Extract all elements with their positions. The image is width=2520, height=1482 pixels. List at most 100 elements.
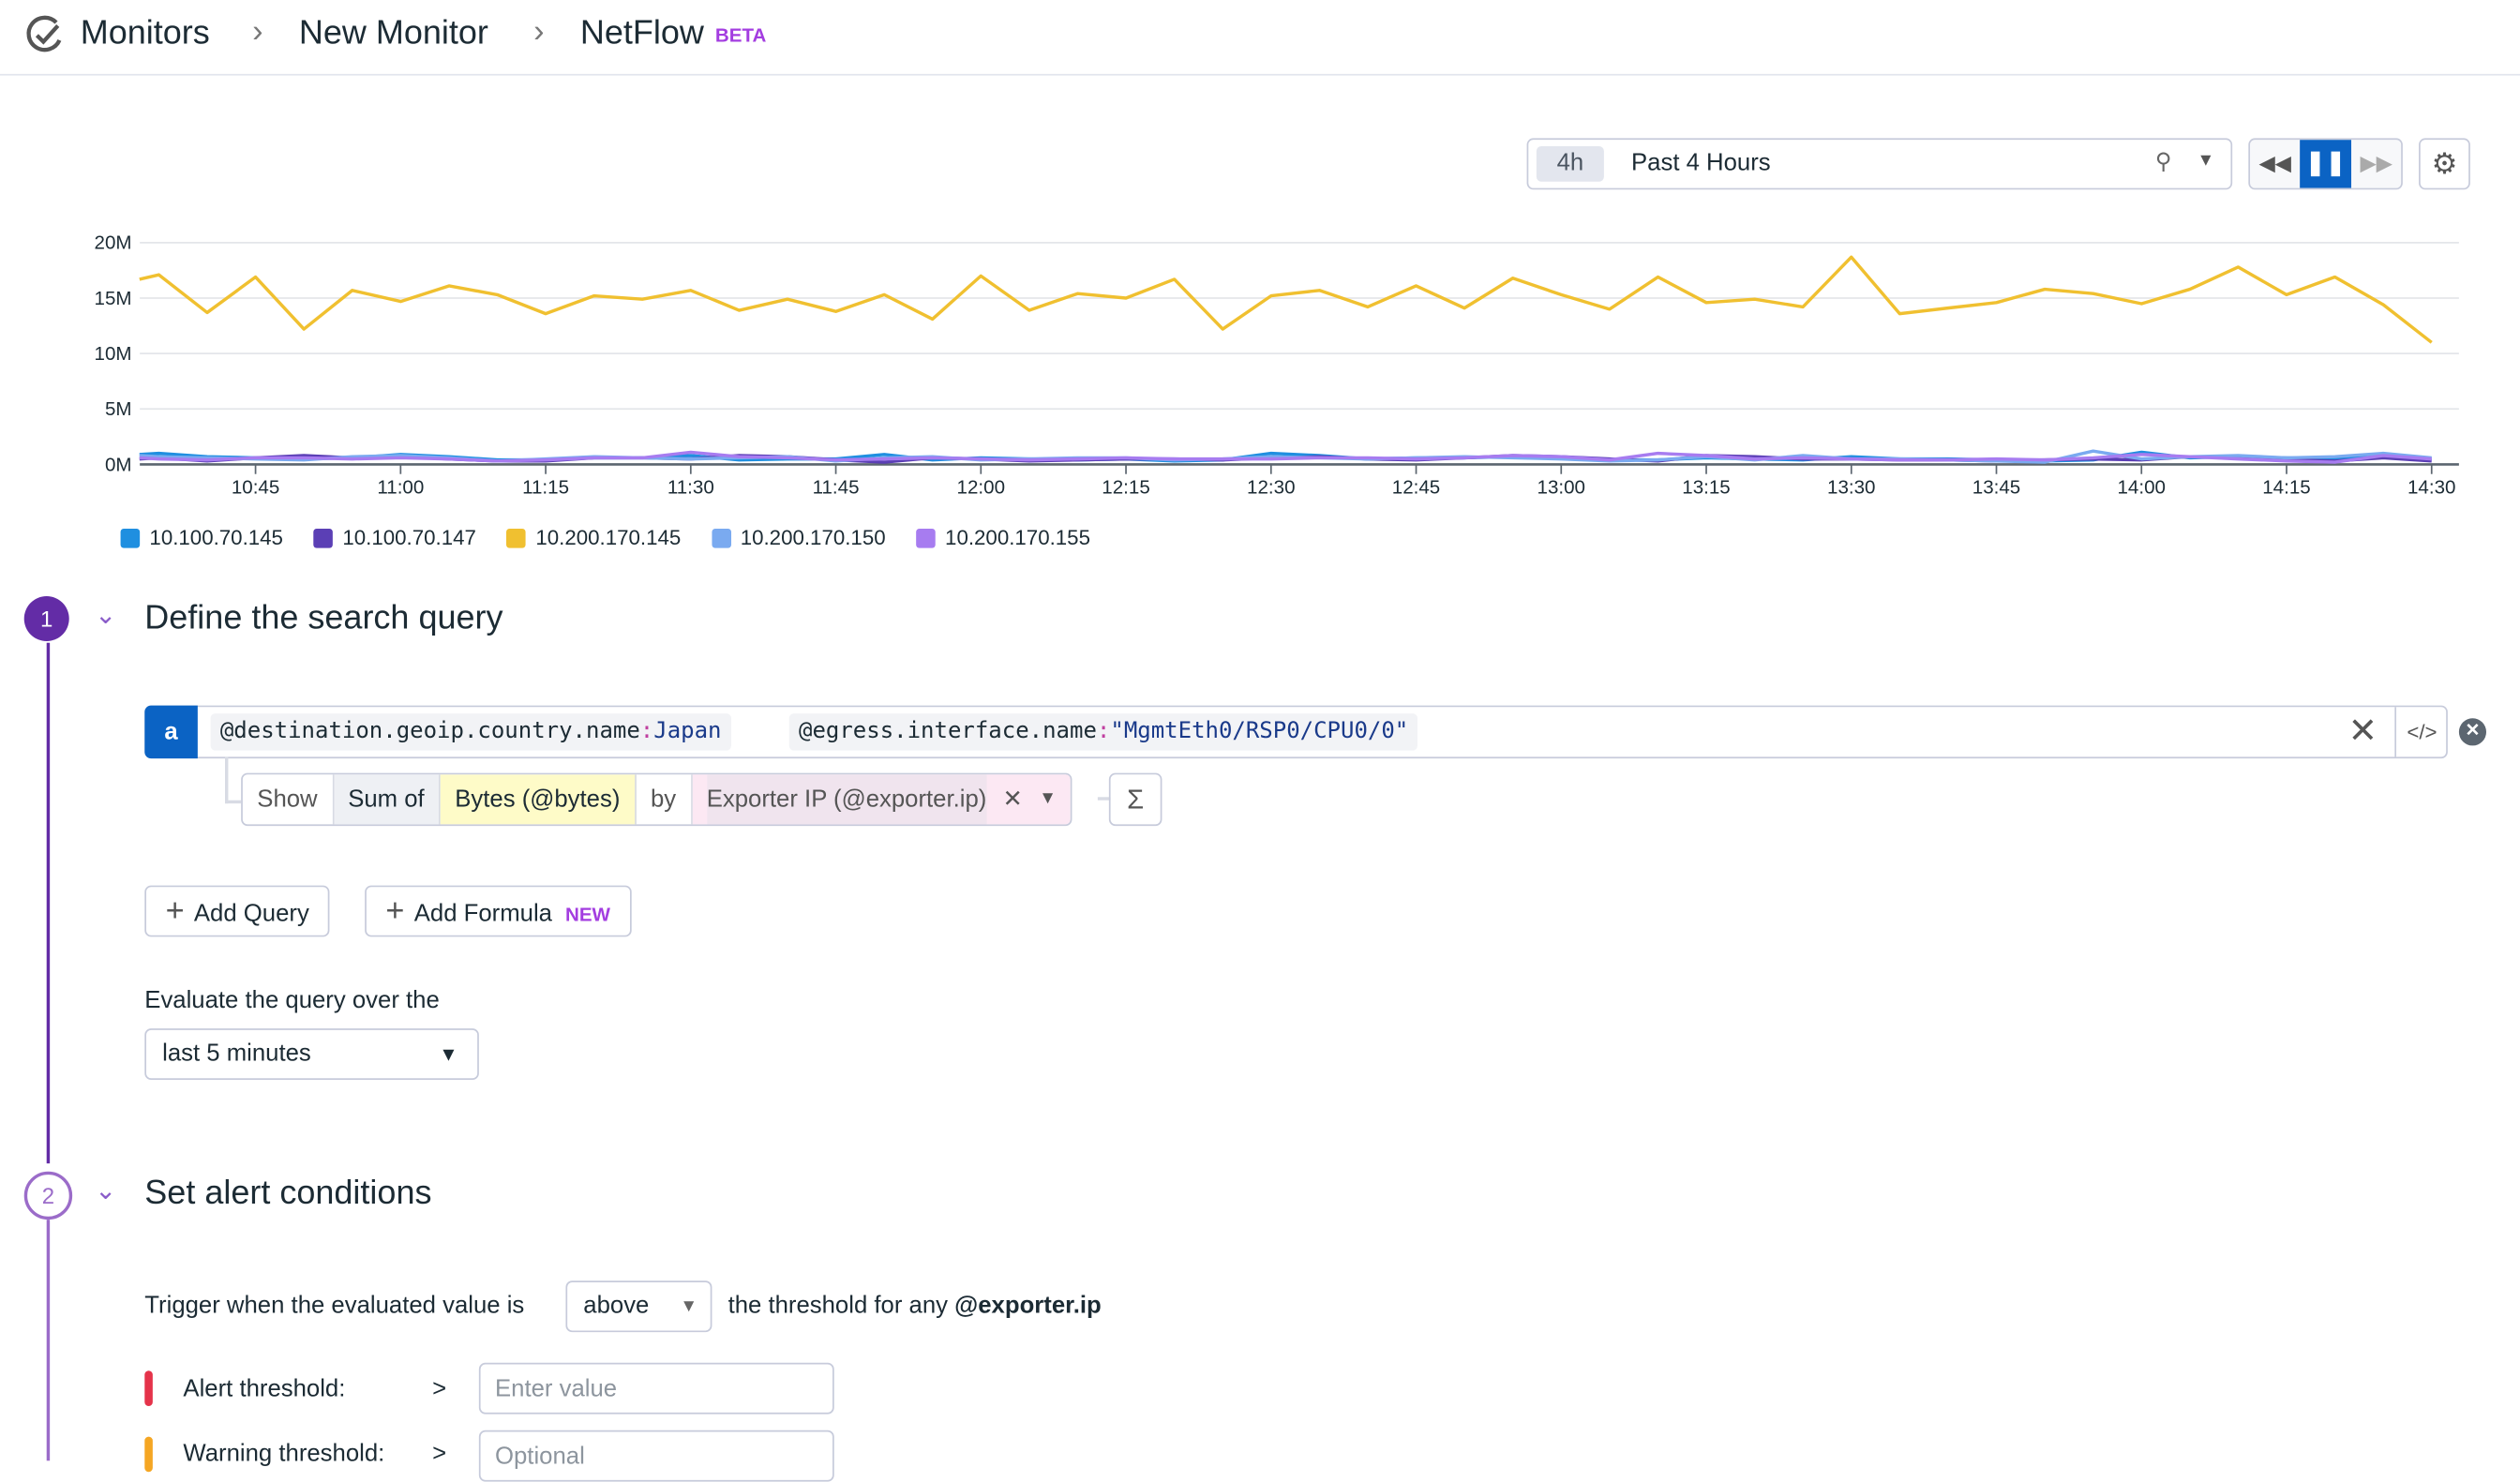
by-label: by (637, 774, 693, 825)
filter-key: @destination.geoip.country.name (219, 718, 640, 744)
series-line-10.200.170.145 (139, 255, 2433, 344)
group-by-value: Exporter IP (@exporter.ip) (706, 774, 987, 825)
warning-threshold-input[interactable] (478, 1430, 834, 1482)
x-tick-label: 14:00 (2118, 476, 2166, 498)
filter-chip-country[interactable]: @destination.geoip.country.name:Japan (210, 713, 731, 751)
legend-swatch (711, 528, 731, 547)
section-title-alert: Set alert conditions (144, 1175, 432, 1212)
evaluation-window-value: last 5 minutes (162, 1040, 311, 1068)
trigger-field: @exporter.ip (954, 1292, 1102, 1320)
caret-down-icon[interactable]: ▼ (2197, 151, 2214, 171)
alert-threshold-input[interactable] (478, 1362, 834, 1415)
chevron-down-icon[interactable]: ⌄ (95, 1175, 116, 1206)
x-tick-label: 12:30 (1247, 476, 1295, 498)
plus-icon: + (165, 893, 185, 929)
time-range-label: Past 4 Hours (1631, 149, 1771, 177)
trigger-comparator-value: above (583, 1292, 650, 1320)
filter-sep: : (639, 718, 654, 744)
pause-button[interactable]: ❚❚ (2300, 140, 2352, 188)
x-tick-label: 13:45 (1972, 476, 2020, 498)
step-connector (46, 642, 51, 1164)
legend-item[interactable]: 10.100.70.145 (120, 525, 283, 550)
header: Monitors › New Monitor › NetFlow BETA (0, 0, 2520, 76)
y-tick-label: 20M (95, 232, 132, 254)
playback-controls: ◀◀ ❚❚ ▶▶ (2248, 138, 2403, 190)
aggregation-select[interactable]: Sum of (333, 774, 441, 825)
legend-label: 10.200.170.145 (535, 525, 682, 550)
code-view-icon[interactable]: </> (2394, 707, 2448, 757)
legend-swatch (916, 528, 936, 547)
remove-group-icon[interactable]: ✕ (1002, 774, 1023, 824)
sigma-function-icon[interactable]: Σ (1108, 772, 1162, 827)
add-formula-button[interactable]: + Add Formula NEW (365, 885, 632, 937)
legend-label: 10.200.170.150 (740, 525, 886, 550)
time-picker[interactable]: 4h Past 4 Hours ⚲ ▼ (1526, 138, 2233, 190)
measure-select[interactable]: Bytes (@bytes) (440, 774, 637, 825)
legend-swatch (506, 528, 527, 547)
warning-operator: > (432, 1440, 447, 1468)
legend-label: 10.200.170.155 (945, 525, 1090, 550)
caret-down-icon[interactable]: ▼ (1039, 774, 1057, 824)
chevron-down-icon[interactable]: ⌄ (95, 599, 116, 631)
step-2-badge: 2 (23, 1171, 73, 1220)
legend-item[interactable]: 10.200.170.150 (711, 525, 886, 550)
add-query-button[interactable]: + Add Query (144, 885, 331, 937)
add-query-label: Add Query (193, 900, 309, 928)
timeseries-chart: 0M 5M 10M 15M 20M 10:45 11:00 11:15 11:30 11:45 12… (95, 232, 2459, 498)
x-tick-label: 10:45 (232, 476, 279, 498)
filter-value: "MgmtEth0/RSP0/CPU0/0" (1110, 718, 1409, 744)
step-connector (46, 1220, 51, 1461)
pin-icon[interactable]: ⚲ (2155, 148, 2172, 175)
monitors-logo-icon (26, 15, 62, 52)
legend-label: 10.100.70.145 (149, 525, 283, 550)
caret-down-icon: ▼ (680, 1296, 698, 1317)
remove-query-icon[interactable]: ✕ (2458, 718, 2487, 746)
settings-gear-icon[interactable]: ⚙ (2419, 138, 2470, 190)
filter-chip-interface[interactable]: @egress.interface.name:"MgmtEth0/RSP0/CP… (788, 713, 1418, 751)
beta-badge: BETA (714, 23, 767, 47)
evaluation-window-select[interactable]: last 5 minutes ▼ (144, 1028, 479, 1081)
x-tick-label: 13:15 (1682, 476, 1730, 498)
aggregation-row: Show Sum of Bytes (@bytes) by Exporter I… (241, 772, 1073, 827)
x-tick-label: 11:45 (813, 476, 860, 498)
x-tick-label: 14:30 (2408, 476, 2455, 498)
y-tick-label: 0M (105, 454, 132, 475)
x-tick-label: 12:00 (957, 476, 1005, 498)
x-tick-label: 13:30 (1827, 476, 1875, 498)
tree-connector (225, 800, 242, 804)
chevron-right-icon: › (533, 14, 545, 51)
section-title-query: Define the search query (144, 599, 503, 636)
trigger-label: Trigger when the evaluated value is (144, 1292, 525, 1320)
filter-key: @egress.interface.name (799, 718, 1097, 744)
group-by-select[interactable]: Exporter IP (@exporter.ip) ✕ ▼ (692, 774, 1072, 825)
x-tick-label: 12:15 (1102, 476, 1149, 498)
filter-sep: : (1096, 718, 1111, 744)
trigger-suffix-text: the threshold for any (728, 1292, 949, 1320)
legend-item[interactable]: 10.200.170.155 (916, 525, 1090, 550)
trigger-comparator-select[interactable]: above ▼ (565, 1280, 712, 1333)
breadcrumb-new-monitor[interactable]: New Monitor (299, 14, 488, 52)
fast-forward-button[interactable]: ▶▶ (2351, 140, 2401, 187)
alert-color-bar (144, 1370, 153, 1407)
breadcrumb-monitors[interactable]: Monitors (81, 14, 210, 52)
chevron-right-icon: › (252, 14, 263, 51)
x-tick-label: 11:30 (668, 476, 714, 498)
plus-icon: + (385, 893, 405, 929)
x-tick-label: 11:00 (377, 476, 424, 498)
query-letter-badge: a (144, 705, 198, 759)
filter-value: Japan (653, 718, 722, 744)
x-tick-label: 14:15 (2262, 476, 2310, 498)
y-tick-label: 10M (95, 343, 132, 365)
clear-query-icon[interactable]: ✕ (2348, 711, 2378, 753)
alert-operator: > (432, 1375, 447, 1403)
legend-item[interactable]: 10.100.70.147 (313, 526, 476, 549)
query-editor[interactable]: a @destination.geoip.country.name:Japan … (144, 705, 2448, 759)
y-tick-label: 15M (95, 288, 132, 309)
legend-swatch (120, 528, 141, 547)
new-badge: NEW (564, 903, 610, 926)
rewind-button[interactable]: ◀◀ (2250, 140, 2300, 187)
warning-threshold-label: Warning threshold: (183, 1440, 385, 1468)
add-formula-label: Add Formula (413, 900, 552, 928)
breadcrumb-netflow: NetFlow (579, 14, 704, 52)
legend-item[interactable]: 10.200.170.145 (506, 525, 682, 550)
